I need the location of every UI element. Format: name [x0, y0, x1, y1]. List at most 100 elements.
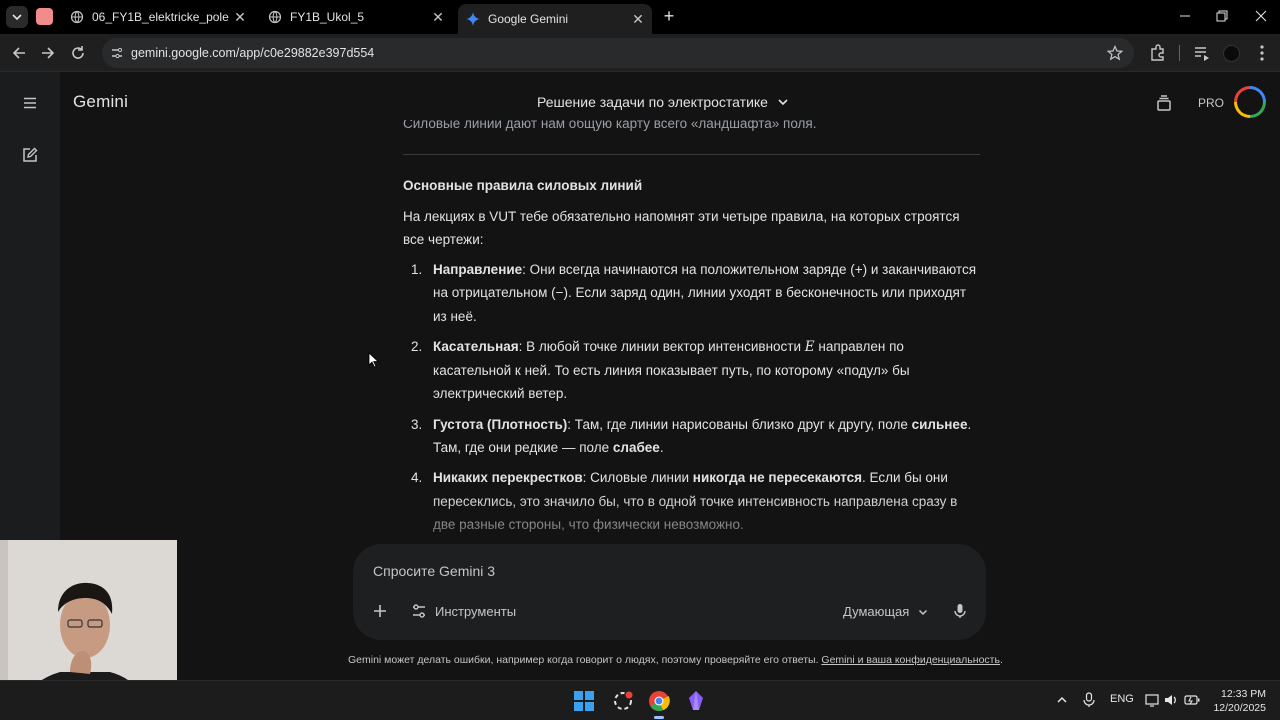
extensions-button[interactable] [1148, 43, 1168, 63]
mouse-cursor-icon [368, 352, 380, 368]
clock[interactable]: 12:33 PM 12/20/2025 [1208, 687, 1266, 715]
list-number: 4. [411, 470, 423, 486]
section-heading: Основные правила силовых линий [403, 178, 643, 193]
app-brand: Gemini [73, 92, 129, 111]
battery-icon[interactable] [1184, 694, 1200, 706]
rule-title: Никаких перекрестков [433, 470, 583, 486]
reload-icon [72, 46, 84, 59]
main-menu-button[interactable] [21, 94, 39, 112]
close-window-button[interactable] [1254, 9, 1268, 23]
conversation-title-button[interactable]: Решение задачи по электростатике [537, 94, 790, 110]
tray-mic-button[interactable] [1082, 692, 1096, 708]
media-controls-button[interactable] [1192, 43, 1212, 63]
volume-icon[interactable] [1164, 693, 1178, 707]
restore-button[interactable] [1215, 9, 1229, 23]
new-tab-button[interactable]: + [660, 7, 678, 25]
site-info-icon[interactable] [110, 46, 124, 60]
playlist-icon [1195, 47, 1209, 61]
minimize-icon [1180, 15, 1190, 17]
reload-button[interactable] [68, 43, 88, 63]
taskbar-chrome[interactable] [647, 689, 671, 719]
chevron-down-icon [778, 99, 788, 106]
gemini-sparkle-icon [466, 12, 480, 26]
divider [403, 154, 980, 155]
tab-google-gemini[interactable]: Google Gemini ✕ [458, 4, 652, 34]
address-bar[interactable]: gemini.google.com/app/c0e29882e397d554 [102, 38, 1134, 68]
tune-icon [413, 604, 425, 618]
chevron-up-icon [1057, 696, 1067, 703]
arrow-right-icon [42, 47, 55, 59]
add-attachment-button[interactable] [371, 602, 389, 620]
back-button[interactable] [9, 43, 29, 63]
arrow-left-icon [12, 47, 25, 59]
gemini-app: Gemini Решение задачи по электростатике … [0, 72, 1280, 680]
forward-button[interactable] [38, 43, 58, 63]
prompt-composer: Спросите Gemini 3 Инструменты Думающая [353, 544, 986, 640]
browser-toolbar: gemini.google.com/app/c0e29882e397d554 [0, 34, 1280, 72]
list-item: 3. Густота (Плотность): Там, где линии н… [403, 413, 983, 460]
plus-icon [374, 605, 386, 617]
share-button[interactable] [1155, 94, 1173, 112]
privacy-link[interactable]: Gemini и ваша конфиденциальность [821, 654, 1000, 666]
list-number: 1. [411, 262, 423, 277]
profile-avatar[interactable] [1223, 45, 1240, 62]
tools-button[interactable]: Инструменты [411, 603, 516, 619]
tools-label: Инструменты [435, 603, 517, 619]
list-item: 1. Направление: Они всегда начинаются на… [403, 258, 983, 328]
mode-label: Думающая [843, 604, 910, 619]
taskbar-app-crystal[interactable] [686, 690, 706, 712]
microphone-icon [954, 604, 966, 618]
tab-ukol-5[interactable]: FY1B_Ukol_5 ✕ [260, 4, 452, 30]
globe-icon [70, 10, 84, 24]
list-item: 2. Касательная: В любой точке линии вект… [403, 335, 983, 406]
tab-elektricke-pole[interactable]: 06_FY1B_elektricke_pole ✕ [62, 4, 254, 30]
windows-taskbar: ENG 12:33 PM 12/20/2025 [0, 680, 1280, 720]
disclaimer-end: . [999, 654, 1003, 666]
microphone-button[interactable] [951, 602, 969, 620]
math-variable: E [804, 338, 815, 355]
rule-text: . [659, 440, 664, 456]
prompt-input[interactable]: Спросите Gemini 3 [373, 563, 495, 579]
toolbar-divider [1179, 45, 1180, 61]
rule-text: : В любой точке линии вектор интенсивнос… [518, 338, 805, 354]
chevron-down-icon [919, 609, 928, 615]
network-icon[interactable] [1145, 693, 1159, 707]
close-icon[interactable]: ✕ [430, 9, 446, 25]
tab-strip: 06_FY1B_elektricke_pole ✕ FY1B_Ukol_5 ✕ … [0, 0, 1280, 34]
rule-text: : Силовые линии [582, 470, 693, 486]
rule-emphasis: сильнее [911, 416, 968, 432]
tab-title: Google Gemini [488, 12, 569, 26]
disclaimer-text: Gemini может делать ошибки, например ког… [348, 654, 822, 666]
microphone-icon [1083, 692, 1095, 707]
restore-icon [1216, 10, 1228, 22]
puzzle-icon [1151, 44, 1164, 61]
tab-search-button[interactable] [6, 6, 28, 28]
rule-title: Густота (Плотность) [433, 416, 568, 432]
hamburger-menu-icon [24, 97, 36, 109]
tab-title: 06_FY1B_elektricke_pole [92, 10, 229, 24]
tray-overflow-button[interactable] [1055, 693, 1069, 707]
taskbar-app-widget[interactable] [612, 690, 634, 712]
cutoff-text: Силовые линии дают нам общую карту всего… [403, 120, 817, 131]
model-mode-selector[interactable]: Думающая [843, 604, 929, 619]
list-number: 3. [411, 416, 423, 432]
url-text: gemini.google.com/app/c0e29882e397d554 [131, 46, 375, 60]
rule-emphasis: слабее [612, 440, 660, 456]
chevron-down-icon [12, 14, 22, 21]
new-chat-button[interactable] [21, 146, 39, 164]
bookmark-star-icon[interactable] [1107, 45, 1123, 61]
list-number: 2. [411, 338, 423, 354]
profile-group-icon[interactable] [36, 8, 53, 25]
browser-menu-button[interactable] [1252, 43, 1272, 63]
close-icon[interactable]: ✕ [232, 9, 248, 25]
language-indicator[interactable]: ENG [1110, 693, 1134, 705]
account-avatar[interactable] [1234, 86, 1266, 118]
pro-badge: PRO [1198, 96, 1225, 110]
tab-title: FY1B_Ukol_5 [290, 10, 365, 24]
minimize-button[interactable] [1178, 8, 1192, 22]
start-button[interactable] [574, 691, 594, 711]
close-icon[interactable]: ✕ [630, 11, 646, 27]
rule-emphasis: никогда не пересекаются [692, 470, 862, 486]
stack-icon [1157, 95, 1171, 111]
clock-date: 12/20/2025 [1213, 702, 1266, 714]
